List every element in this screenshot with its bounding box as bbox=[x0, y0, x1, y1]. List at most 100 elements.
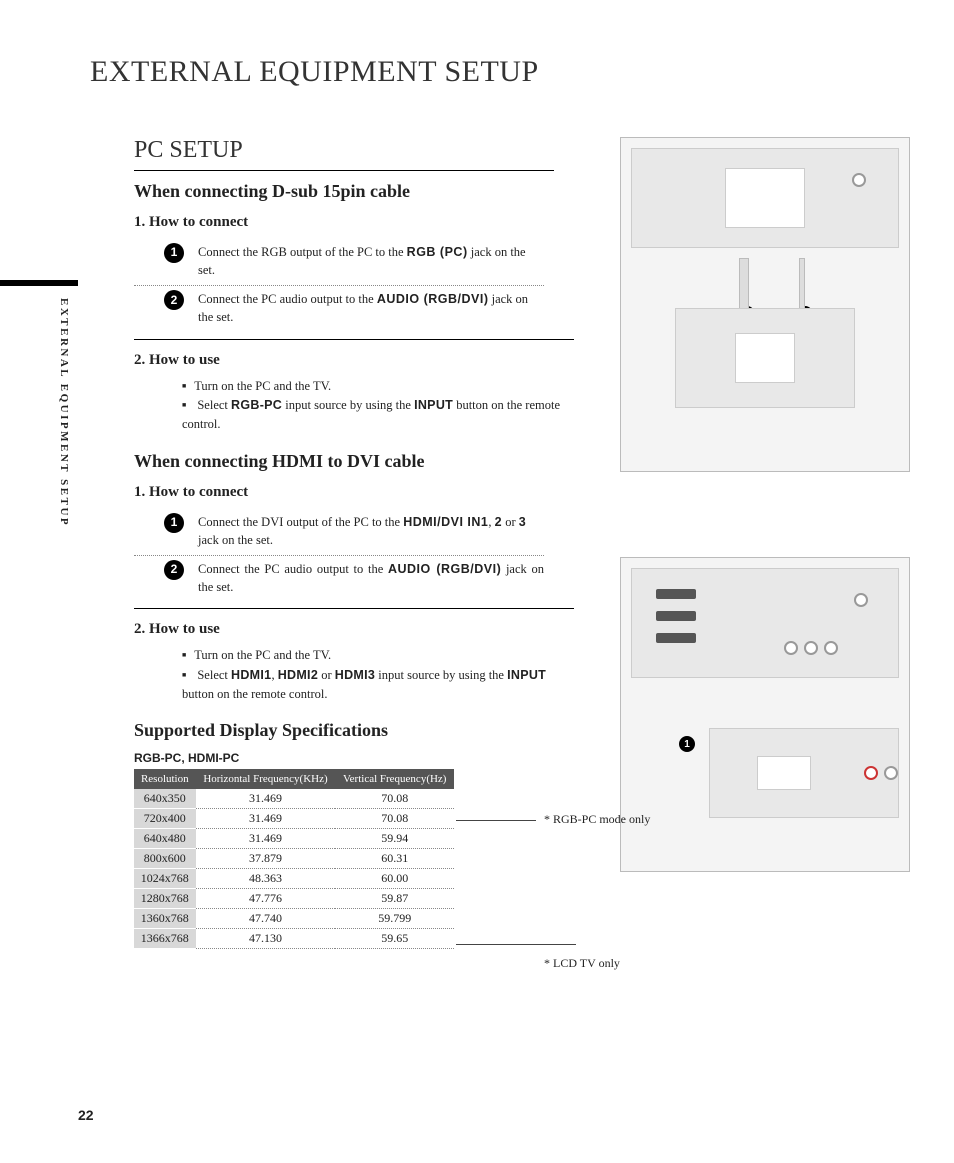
hdmi-slot-icon bbox=[656, 633, 696, 643]
t: input source by using the bbox=[282, 398, 414, 412]
cell-hfreq: 47.740 bbox=[196, 909, 336, 929]
cell-vfreq: 59.87 bbox=[335, 889, 454, 909]
step-number-icon: 2 bbox=[164, 290, 184, 310]
step-text: Connect the DVI output of the PC to the … bbox=[198, 513, 544, 549]
cell-vfreq: 59.65 bbox=[335, 929, 454, 949]
use-list: Turn on the PC and the TV. Select RGB-PC… bbox=[134, 377, 564, 435]
note-connector-line bbox=[456, 944, 576, 945]
step-row: 1 Connect the RGB output of the PC to th… bbox=[134, 239, 544, 286]
vga-port bbox=[725, 168, 805, 228]
cell-vfreq: 70.08 bbox=[335, 789, 454, 809]
heading-hdmi-dvi: When connecting HDMI to DVI cable bbox=[134, 451, 574, 472]
t-bold: RGB-PC bbox=[231, 398, 282, 412]
t-bold: HDMI/DVI IN1 bbox=[403, 515, 488, 529]
cell-resolution: 1280x768 bbox=[134, 889, 196, 909]
heading-spec: Supported Display Specifications bbox=[134, 720, 574, 741]
cell-hfreq: 37.879 bbox=[196, 849, 336, 869]
step-number-icon: 2 bbox=[164, 560, 184, 580]
col-hfreq: Horizontal Frequency(KHz) bbox=[196, 769, 336, 789]
cell-resolution: 1024x768 bbox=[134, 869, 196, 889]
use-list: Turn on the PC and the TV. Select HDMI1,… bbox=[134, 646, 564, 704]
table-row: 1360x76847.74059.799 bbox=[134, 909, 454, 929]
t: Connect the RGB output of the PC to the bbox=[198, 245, 407, 259]
t-bold: AUDIO (RGB/DVI) bbox=[377, 292, 489, 306]
cell-resolution: 720x400 bbox=[134, 809, 196, 829]
t: or bbox=[502, 515, 519, 529]
col-vfreq: Vertical Frequency(Hz) bbox=[335, 769, 454, 789]
side-tab: EXTERNAL EQUIPMENT SETUP bbox=[0, 280, 78, 527]
tv-port-panel bbox=[631, 148, 899, 248]
note-rgbpc: * RGB-PC mode only bbox=[544, 812, 650, 827]
port-circle-icon bbox=[804, 641, 818, 655]
cell-hfreq: 47.130 bbox=[196, 929, 336, 949]
port-circle-icon bbox=[784, 641, 798, 655]
audio-jack-icon bbox=[852, 173, 866, 187]
table-row: 800x60037.87960.31 bbox=[134, 849, 454, 869]
tv-hdmi-panel bbox=[631, 568, 899, 678]
t-bold: HDMI2 bbox=[278, 668, 318, 682]
t: Connect the PC audio output to the bbox=[198, 562, 388, 576]
cell-hfreq: 31.469 bbox=[196, 789, 336, 809]
divider bbox=[134, 608, 574, 609]
pc-port-panel bbox=[675, 308, 855, 408]
table-row: 1280x76847.77659.87 bbox=[134, 889, 454, 909]
step-text: Connect the PC audio output to the AUDIO… bbox=[198, 290, 544, 326]
cell-resolution: 800x600 bbox=[134, 849, 196, 869]
main-content: 1 2 1 2 PC SETUP When connecting D-sub 1… bbox=[90, 137, 884, 949]
t-bold: 2 bbox=[495, 515, 502, 529]
step-row: 2 Connect the PC audio output to the AUD… bbox=[134, 556, 544, 602]
cell-resolution: 640x350 bbox=[134, 789, 196, 809]
t: input source by using the bbox=[375, 668, 507, 682]
spec-subtitle: RGB-PC, HDMI-PC bbox=[134, 751, 884, 765]
table-row: 1366x76847.13059.65 bbox=[134, 929, 454, 949]
hdmi-slot-icon bbox=[656, 589, 696, 599]
diagram-dsub: 1 2 bbox=[620, 137, 910, 472]
t-bold: RGB (PC) bbox=[407, 245, 468, 259]
cell-vfreq: 70.08 bbox=[335, 809, 454, 829]
step-number-icon: 1 bbox=[164, 513, 184, 533]
heading-dsub: When connecting D-sub 15pin cable bbox=[134, 181, 574, 202]
note-lcd: * LCD TV only bbox=[544, 956, 620, 971]
cell-hfreq: 31.469 bbox=[196, 829, 336, 849]
block-spec: Supported Display Specifications RGB-PC,… bbox=[134, 720, 884, 949]
cell-hfreq: 31.469 bbox=[196, 809, 336, 829]
cell-resolution: 1360x768 bbox=[134, 909, 196, 929]
cell-hfreq: 47.776 bbox=[196, 889, 336, 909]
t: Connect the DVI output of the PC to the bbox=[198, 515, 403, 529]
t: or bbox=[318, 668, 335, 682]
t: jack on the set. bbox=[198, 533, 273, 547]
hdmi-slot-icon bbox=[656, 611, 696, 621]
note-connector-line bbox=[456, 820, 536, 821]
cell-vfreq: 59.799 bbox=[335, 909, 454, 929]
cell-hfreq: 48.363 bbox=[196, 869, 336, 889]
port-circle-icon bbox=[824, 641, 838, 655]
heading-how-connect: 1. How to connect bbox=[134, 484, 884, 501]
step-row: 2 Connect the PC audio output to the AUD… bbox=[134, 286, 544, 332]
step-number-icon: 1 bbox=[164, 243, 184, 263]
table-row: 1024x76848.36360.00 bbox=[134, 869, 454, 889]
table-row: 720x40031.46970.08 bbox=[134, 809, 454, 829]
section-pc-setup: PC SETUP bbox=[134, 137, 554, 171]
t: button on the remote control. bbox=[182, 687, 327, 701]
divider bbox=[134, 339, 574, 340]
col-resolution: Resolution bbox=[134, 769, 196, 789]
step-row: 1 Connect the DVI output of the PC to th… bbox=[134, 509, 544, 556]
t-bold: AUDIO (RGB/DVI) bbox=[388, 562, 501, 576]
list-item: Turn on the PC and the TV. bbox=[182, 646, 564, 665]
step-text: Connect the RGB output of the PC to the … bbox=[198, 243, 544, 279]
vga-connector bbox=[735, 333, 795, 383]
t: Select bbox=[197, 668, 231, 682]
audio-out-white-icon bbox=[884, 766, 898, 780]
list-item: Select RGB-PC input source by using the … bbox=[182, 396, 564, 435]
list-item: Select HDMI1, HDMI2 or HDMI3 input sourc… bbox=[182, 666, 564, 705]
step-text: Connect the PC audio output to the AUDIO… bbox=[198, 560, 544, 596]
t-bold: INPUT bbox=[414, 398, 453, 412]
t: Connect the PC audio output to the bbox=[198, 292, 377, 306]
t-bold: INPUT bbox=[507, 668, 546, 682]
audio-jack-icon bbox=[854, 593, 868, 607]
list-item: Turn on the PC and the TV. bbox=[182, 377, 564, 396]
t-bold: HDMI3 bbox=[335, 668, 375, 682]
t-bold: 3 bbox=[519, 515, 526, 529]
cell-vfreq: 60.31 bbox=[335, 849, 454, 869]
table-header-row: Resolution Horizontal Frequency(KHz) Ver… bbox=[134, 769, 454, 789]
